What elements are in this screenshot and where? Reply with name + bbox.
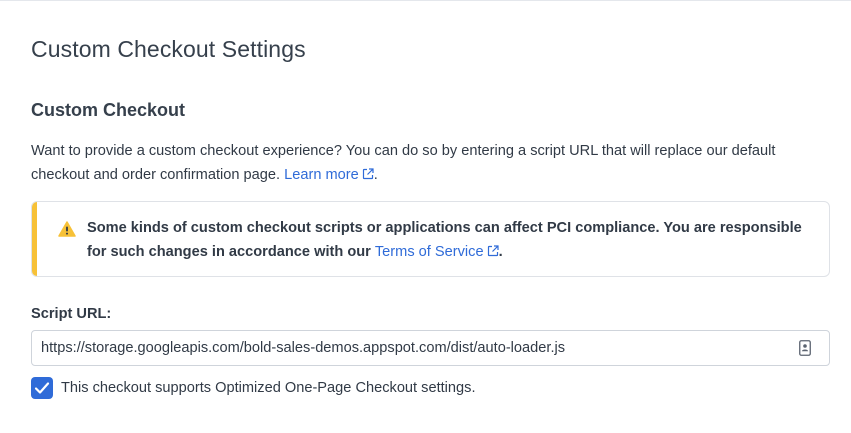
warning-suffix: . bbox=[498, 244, 503, 260]
checkmark-icon bbox=[34, 382, 50, 394]
pci-warning-banner: Some kinds of custom checkout scripts or… bbox=[31, 201, 830, 277]
script-url-field-wrapper bbox=[31, 330, 830, 366]
warning-accent-stripe bbox=[32, 202, 37, 276]
description-text: Want to provide a custom checkout experi… bbox=[31, 143, 776, 183]
terms-of-service-label: Terms of Service bbox=[374, 244, 484, 260]
learn-more-link[interactable]: Learn more bbox=[284, 167, 374, 183]
warning-triangle-icon bbox=[58, 221, 76, 237]
external-link-icon bbox=[487, 245, 499, 257]
optimized-checkout-label[interactable]: This checkout supports Optimized One-Pag… bbox=[61, 380, 476, 396]
section-description: Want to provide a custom checkout experi… bbox=[31, 139, 821, 187]
description-suffix: . bbox=[373, 167, 378, 183]
optimized-checkout-checkbox[interactable] bbox=[31, 377, 53, 399]
learn-more-label: Learn more bbox=[284, 167, 359, 183]
script-url-input[interactable] bbox=[32, 331, 791, 365]
external-link-icon bbox=[362, 168, 374, 180]
page-title: Custom Checkout Settings bbox=[31, 36, 306, 62]
script-url-label: Script URL: bbox=[31, 306, 112, 322]
terms-of-service-link[interactable]: Terms of Service bbox=[375, 244, 499, 260]
contact-card-icon[interactable] bbox=[799, 340, 811, 356]
warning-message: Some kinds of custom checkout scripts or… bbox=[87, 216, 807, 264]
top-divider bbox=[0, 0, 851, 1]
section-title: Custom Checkout bbox=[31, 100, 186, 120]
